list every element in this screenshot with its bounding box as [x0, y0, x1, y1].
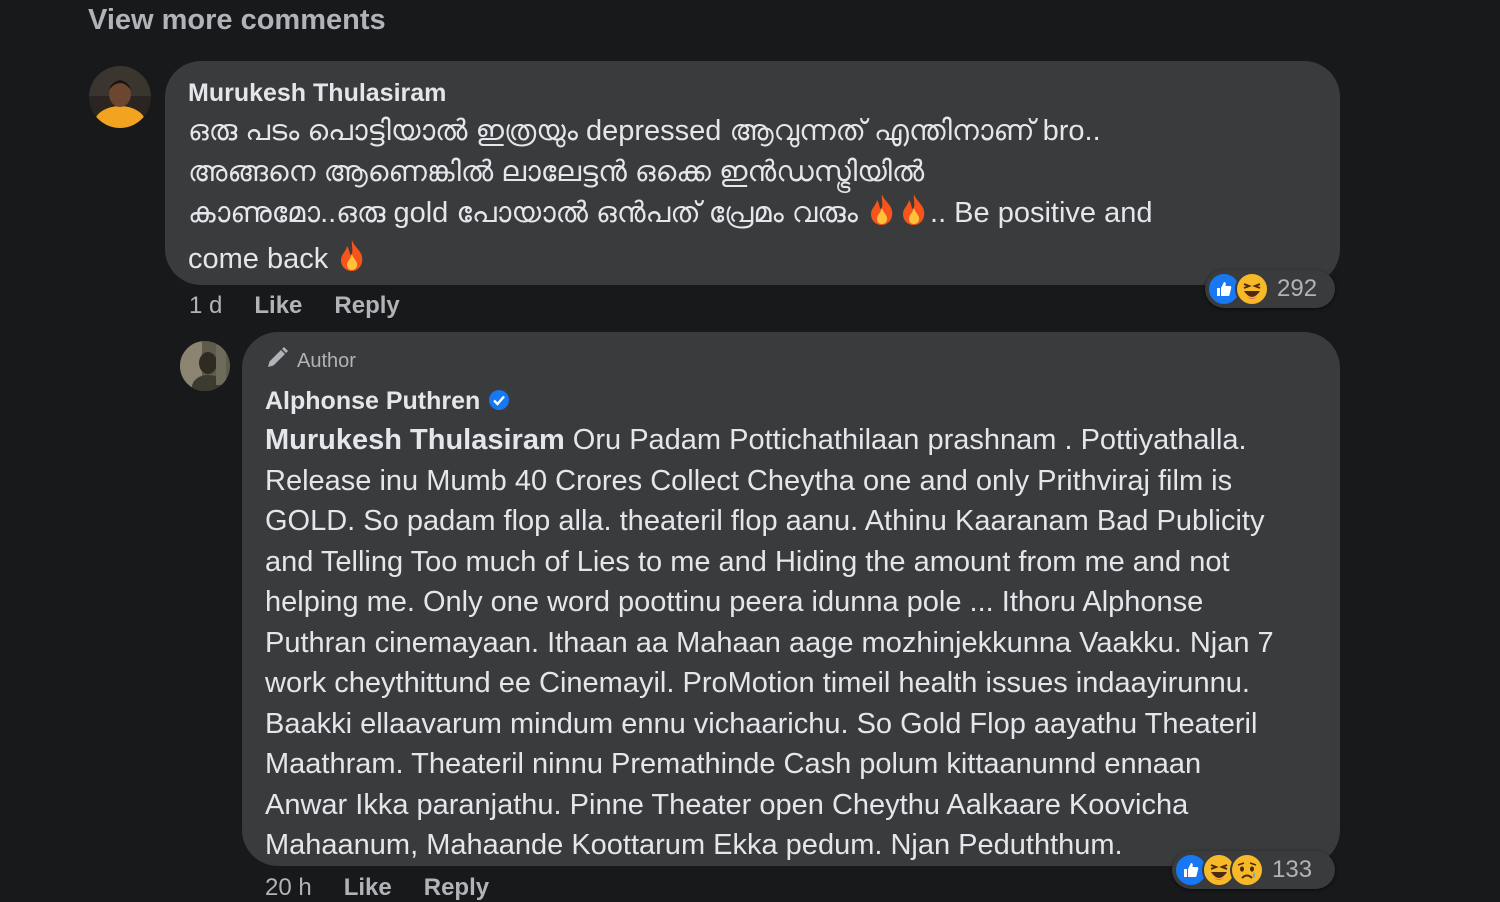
comment-line: അങ്ങനെ ആണെങ്കിൽ ലാലേട്ടൻ ഒക്കെ ഇൻഡസ്ട്രി…	[188, 155, 925, 188]
reply-line: Murukesh Thulasiram Oru Padam Pottichath…	[265, 420, 1320, 461]
haha-icon	[1235, 272, 1269, 306]
reply-line: Baakki ellaavarum mindum ennu vichaarich…	[265, 707, 1258, 740]
fire-emoji-icon	[336, 238, 368, 284]
mention-link[interactable]: Murukesh Thulasiram	[265, 424, 565, 456]
reply-timestamp[interactable]: 20 h	[265, 874, 312, 902]
reply-line: Mahaanum, Mahaande Koottarum Ekka pedum.…	[265, 829, 1123, 861]
sad-icon	[1230, 853, 1264, 887]
reaction-count: 133	[1272, 856, 1313, 883]
reply-line: helping me. Only one word poottinu peera…	[265, 586, 1204, 618]
reply-button[interactable]: Reply	[424, 874, 489, 902]
reply-author-name[interactable]: Alphonse Puthren	[265, 384, 1320, 420]
author-badge: Author	[265, 346, 1320, 376]
comment-line-text: come back	[188, 242, 329, 275]
reply-line: Puthran cinemayaan. Ithaan aa Mahaan aag…	[265, 626, 1274, 659]
reply-actions-alphonse: 20 h Like Reply	[265, 874, 489, 902]
reply-bubble-alphonse: Author Alphonse Puthren Murukesh Thulasi…	[242, 332, 1340, 866]
like-button[interactable]: Like	[344, 874, 392, 902]
reply-line: GOLD. So padam flop alla. theateril flop…	[265, 505, 1265, 537]
avatar-alphonse[interactable]	[180, 341, 230, 391]
comment-line: ഒരു പടം പൊട്ടിയാൽ ഇത്രയും depressed ആവുന…	[188, 115, 1101, 147]
reaction-count: 292	[1277, 275, 1318, 302]
fire-emoji-icon	[866, 192, 898, 238]
pencil-icon	[265, 346, 289, 376]
reaction-summary-alphonse[interactable]: 133	[1172, 851, 1335, 889]
comment-bubble-murukesh: Murukesh Thulasiram ഒരു പടം പൊട്ടിയാൽ ഇത…	[165, 61, 1340, 285]
reply-text: Murukesh Thulasiram Oru Padam Pottichath…	[265, 420, 1320, 866]
reaction-summary-murukesh[interactable]: 292	[1205, 270, 1335, 308]
avatar-murukesh[interactable]	[89, 66, 151, 128]
comment-text: ഒരു പടം പൊട്ടിയാൽ ഇത്രയും depressed ആവുന…	[188, 111, 1318, 283]
comment-timestamp[interactable]: 1 d	[189, 292, 222, 320]
author-badge-label: Author	[297, 349, 356, 372]
comment-line: come back	[188, 238, 1318, 284]
view-more-comments-link[interactable]: View more comments	[88, 4, 386, 37]
comment-author-name[interactable]: Murukesh Thulasiram	[188, 77, 1318, 109]
reply-author-name-text[interactable]: Alphonse Puthren	[265, 387, 480, 415]
comment-line-text: .. Be positive and	[930, 197, 1153, 229]
like-button[interactable]: Like	[254, 292, 302, 320]
reply-line: Anwar Ikka paranjathu. Pinne Theater ope…	[265, 788, 1189, 821]
reply-line: Release inu Mumb 40 Crores Collect Cheyt…	[265, 464, 1233, 497]
reply-line: and Telling Too much of Lies to me and H…	[265, 545, 1230, 578]
verified-badge-icon	[488, 386, 510, 420]
comment-line: കാണുമോ..ഒരു gold പോയാൽ ഒൻപത് പ്രേമം വരും…	[188, 192, 1318, 238]
comment-line-text: കാണുമോ..ഒരു gold പോയാൽ ഒൻപത് പ്രേമം വരും	[188, 197, 858, 229]
fire-emoji-icon	[898, 192, 930, 238]
reply-line: work cheythittund ee Cinemayil. ProMotio…	[265, 667, 1250, 699]
comment-actions-murukesh: 1 d Like Reply	[189, 292, 400, 320]
reply-button[interactable]: Reply	[334, 292, 399, 320]
reply-line-text: Oru Padam Pottichathilaan prashnam . Pot…	[564, 424, 1247, 456]
reply-line: Maathram. Theateril ninnu Premathinde Ca…	[265, 748, 1202, 780]
